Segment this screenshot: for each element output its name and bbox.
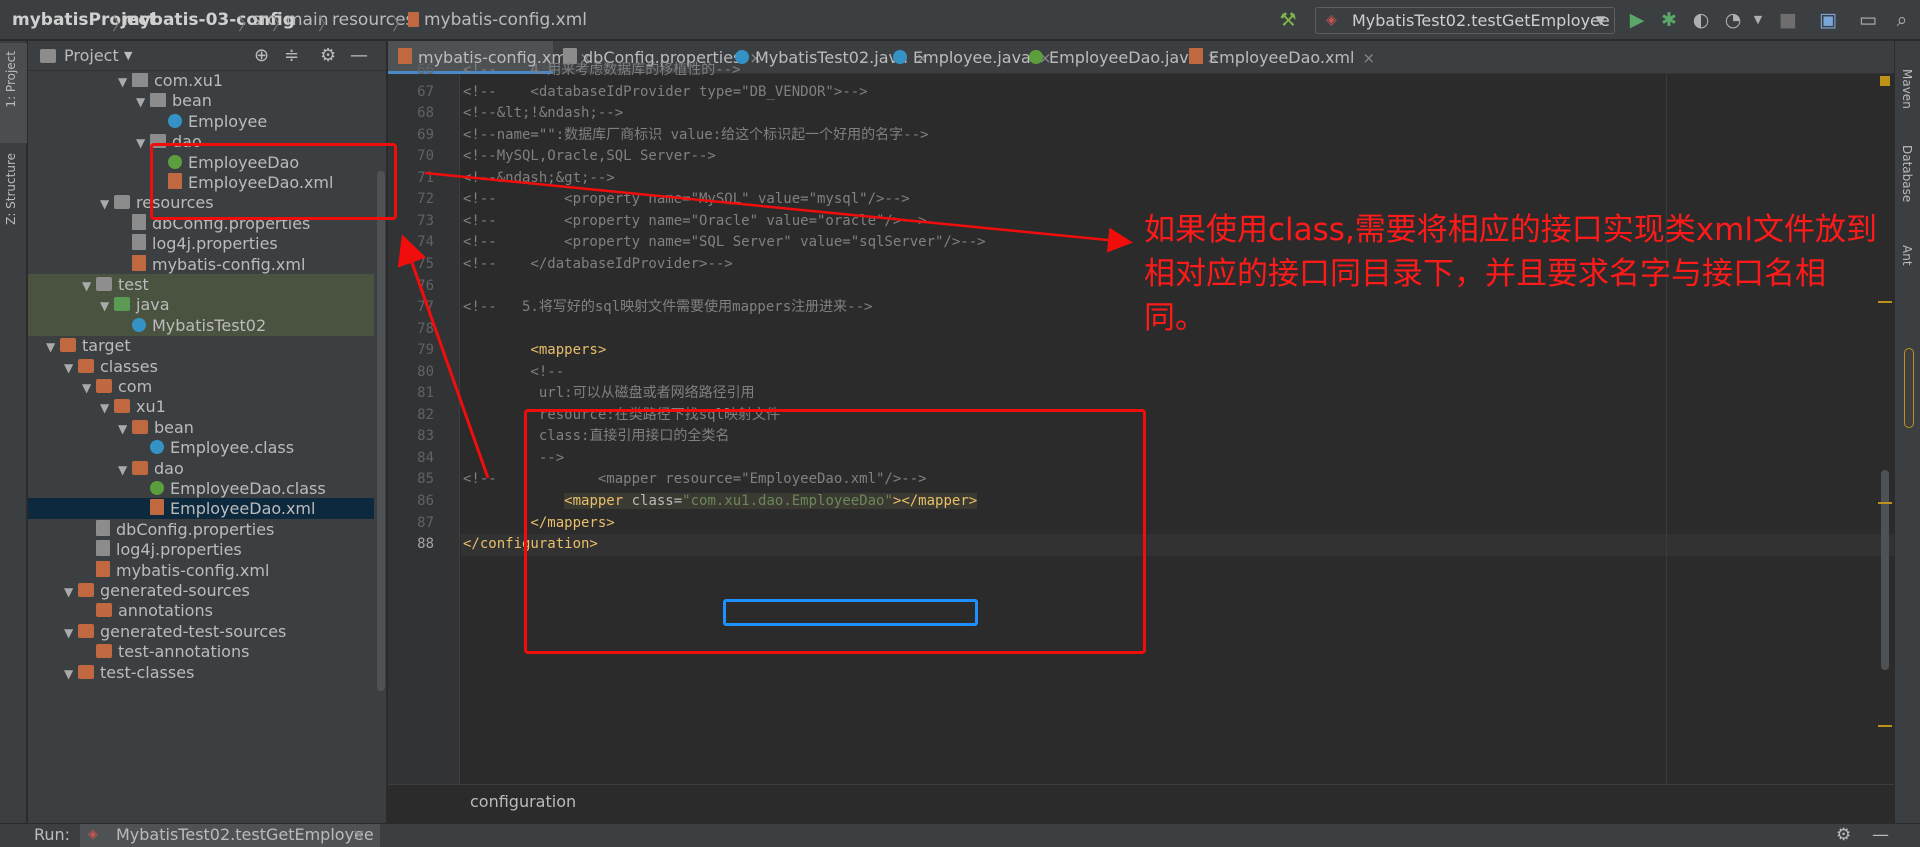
annotation-text: 如果使用class,需要将相应的接口实现类xml文件放到相对应的接口同目录下，并… bbox=[1144, 212, 1877, 336]
arrow-to-dao-folder bbox=[397, 234, 490, 479]
annotation-arrows bbox=[397, 171, 1133, 479]
arrow-to-annotation bbox=[424, 171, 1133, 253]
